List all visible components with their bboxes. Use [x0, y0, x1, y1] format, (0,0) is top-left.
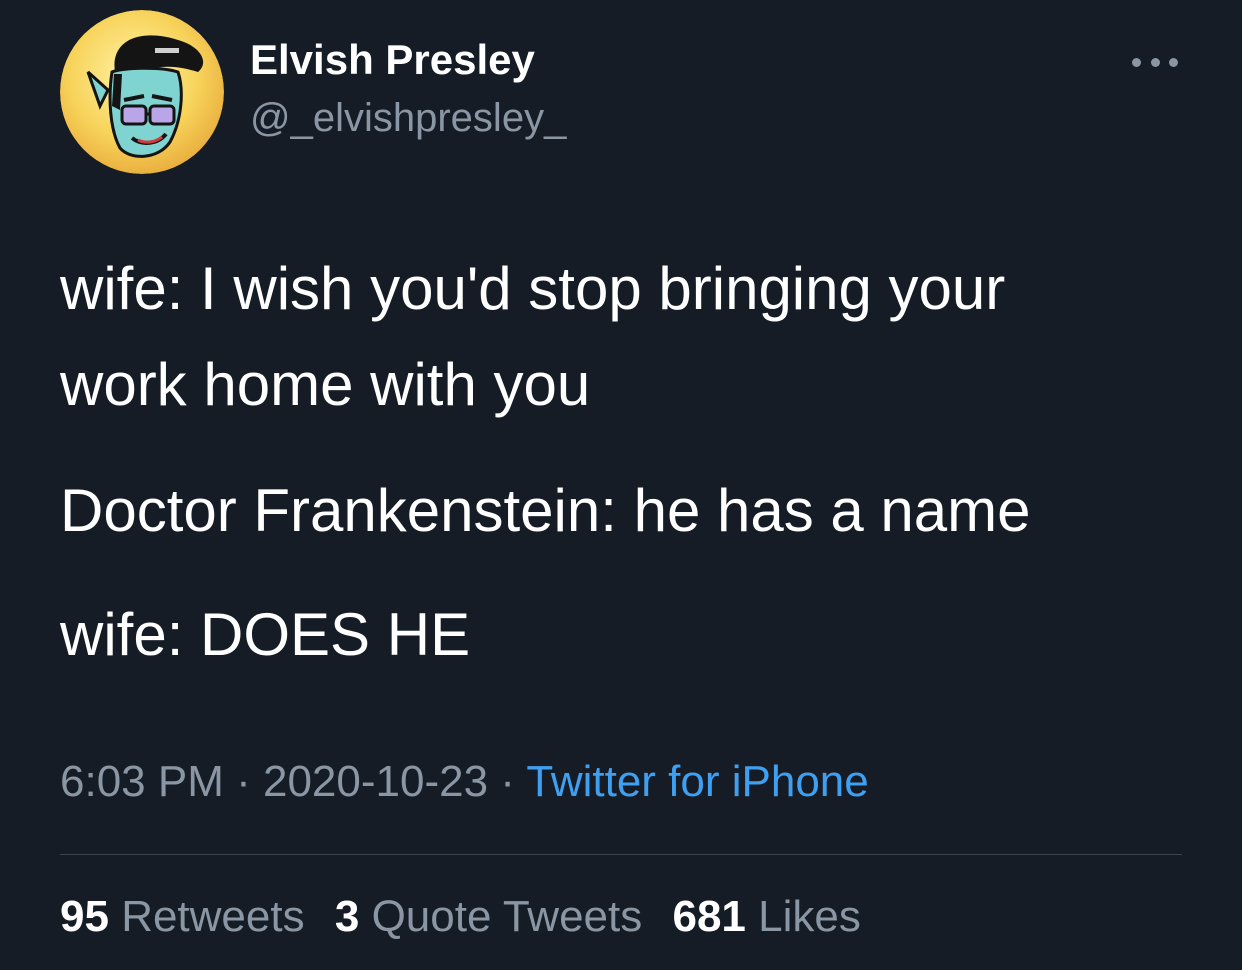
tweet-stats: 95 Retweets 3 Quote Tweets 681 Likes	[60, 892, 879, 942]
tweet-text-line: work home with you	[60, 351, 591, 418]
retweets-stat[interactable]: 95 Retweets	[60, 892, 305, 941]
meta-separator: ·	[223, 757, 263, 806]
elf-avatar-icon	[60, 10, 224, 174]
quote-tweets-count: 3	[334, 892, 360, 941]
meta-separator: ·	[488, 757, 527, 806]
likes-label: Likes	[758, 892, 861, 941]
quote-tweets-stat[interactable]: 3 Quote Tweets	[335, 892, 642, 941]
tweet-source-link[interactable]: Twitter for iPhone	[526, 757, 868, 806]
tweet-card: Elvish Presley @_elvishpresley_ wife: I …	[0, 0, 1242, 970]
more-dot	[1132, 57, 1141, 67]
tweet-text-line: wife: I wish you'd stop bringing your	[60, 255, 1006, 322]
likes-stat[interactable]: 681 Likes	[672, 892, 860, 941]
likes-count: 681	[672, 892, 746, 941]
retweets-count: 95	[60, 892, 109, 941]
avatar[interactable]	[60, 10, 224, 174]
user-handle[interactable]: @_elvishpresley_	[250, 96, 566, 141]
tweet-text-line: Doctor Frankenstein: he has a name	[60, 477, 1031, 544]
divider	[60, 854, 1182, 855]
more-dot	[1169, 57, 1178, 67]
display-name[interactable]: Elvish Presley	[250, 36, 535, 84]
retweets-label: Retweets	[121, 892, 305, 941]
more-options-icon[interactable]	[1132, 52, 1178, 72]
tweet-meta: 6:03 PM · 2020-10-23 · Twitter for iPhon…	[60, 757, 869, 807]
tweet-date[interactable]: 2020-10-23	[263, 757, 488, 806]
quote-tweets-label: Quote Tweets	[371, 892, 643, 941]
more-dot	[1150, 57, 1160, 67]
tweet-time[interactable]: 6:03 PM	[60, 757, 224, 806]
tweet-text-line: wife: DOES HE	[60, 601, 471, 668]
